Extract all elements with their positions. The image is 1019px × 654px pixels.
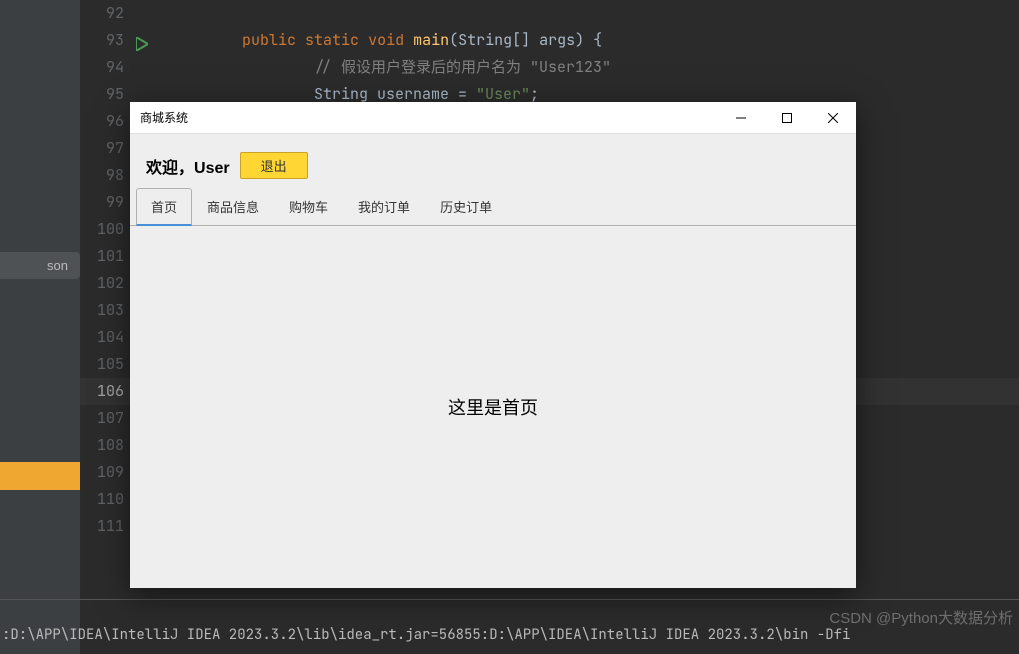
separator (0, 599, 1019, 600)
gutter-line[interactable]: 97 (80, 135, 130, 162)
logout-button[interactable]: 退出 (240, 152, 308, 179)
editor-gutter: 9293949596979899100101102103104105106107… (80, 0, 130, 654)
sidebar-highlight (0, 462, 80, 490)
tab-bar: 首页商品信息购物车我的订单历史订单 (130, 187, 856, 226)
run-output-line: :D:\APP\IDEA\IntelliJ IDEA 2023.3.2\lib\… (0, 626, 1019, 646)
gutter-line[interactable]: 110 (80, 486, 130, 513)
window-titlebar[interactable]: 商城系统 (130, 102, 856, 134)
minimize-icon[interactable] (718, 102, 764, 133)
gutter-line[interactable]: 101 (80, 243, 130, 270)
gutter-line[interactable]: 96 (80, 108, 130, 135)
code-line[interactable]: // 假设用户登录后的用户名为 "User123" (170, 54, 1019, 81)
gutter-line[interactable]: 107 (80, 405, 130, 432)
gutter-line[interactable]: 109 (80, 459, 130, 486)
tab-3[interactable]: 我的订单 (343, 188, 425, 226)
gutter-line[interactable]: 105 (80, 351, 130, 378)
gutter-line[interactable]: 99 (80, 189, 130, 216)
gutter-line[interactable]: 111 (80, 513, 130, 540)
ide-left-sidebar: son (0, 0, 80, 654)
tab-4[interactable]: 历史订单 (425, 188, 507, 226)
gutter-line[interactable]: 94 (80, 54, 130, 81)
gutter-line[interactable]: 102 (80, 270, 130, 297)
tab-content: 这里是首页 (130, 226, 856, 588)
close-icon[interactable] (810, 102, 856, 133)
app-window: 商城系统 欢迎，User 退出 首页商品信息购物车我的订单历史订单 这里是首页 (130, 102, 856, 588)
tab-2[interactable]: 购物车 (274, 188, 343, 226)
sidebar-tab-json[interactable]: son (0, 252, 80, 279)
window-body: 欢迎，User 退出 首页商品信息购物车我的订单历史订单 这里是首页 (130, 134, 856, 588)
gutter-line[interactable]: 106 (80, 378, 130, 405)
tab-0[interactable]: 首页 (136, 188, 192, 226)
gutter-line[interactable]: 100 (80, 216, 130, 243)
gutter-line[interactable]: 95 (80, 81, 130, 108)
code-line[interactable] (170, 0, 1019, 27)
watermark-text: CSDN @Python大数据分析 (829, 607, 1013, 628)
welcome-text: 欢迎，User (146, 154, 230, 178)
gutter-line[interactable]: 103 (80, 297, 130, 324)
code-line[interactable]: public static void main(String[] args) { (170, 27, 1019, 54)
gutter-line[interactable]: 104 (80, 324, 130, 351)
window-controls (718, 102, 856, 133)
welcome-row: 欢迎，User 退出 (130, 134, 856, 187)
gutter-line[interactable]: 108 (80, 432, 130, 459)
gutter-line[interactable]: 98 (80, 162, 130, 189)
tab-1[interactable]: 商品信息 (192, 188, 274, 226)
window-title: 商城系统 (140, 109, 188, 126)
gutter-line[interactable]: 93 (80, 27, 130, 54)
gutter-line[interactable]: 92 (80, 0, 130, 27)
maximize-icon[interactable] (764, 102, 810, 133)
